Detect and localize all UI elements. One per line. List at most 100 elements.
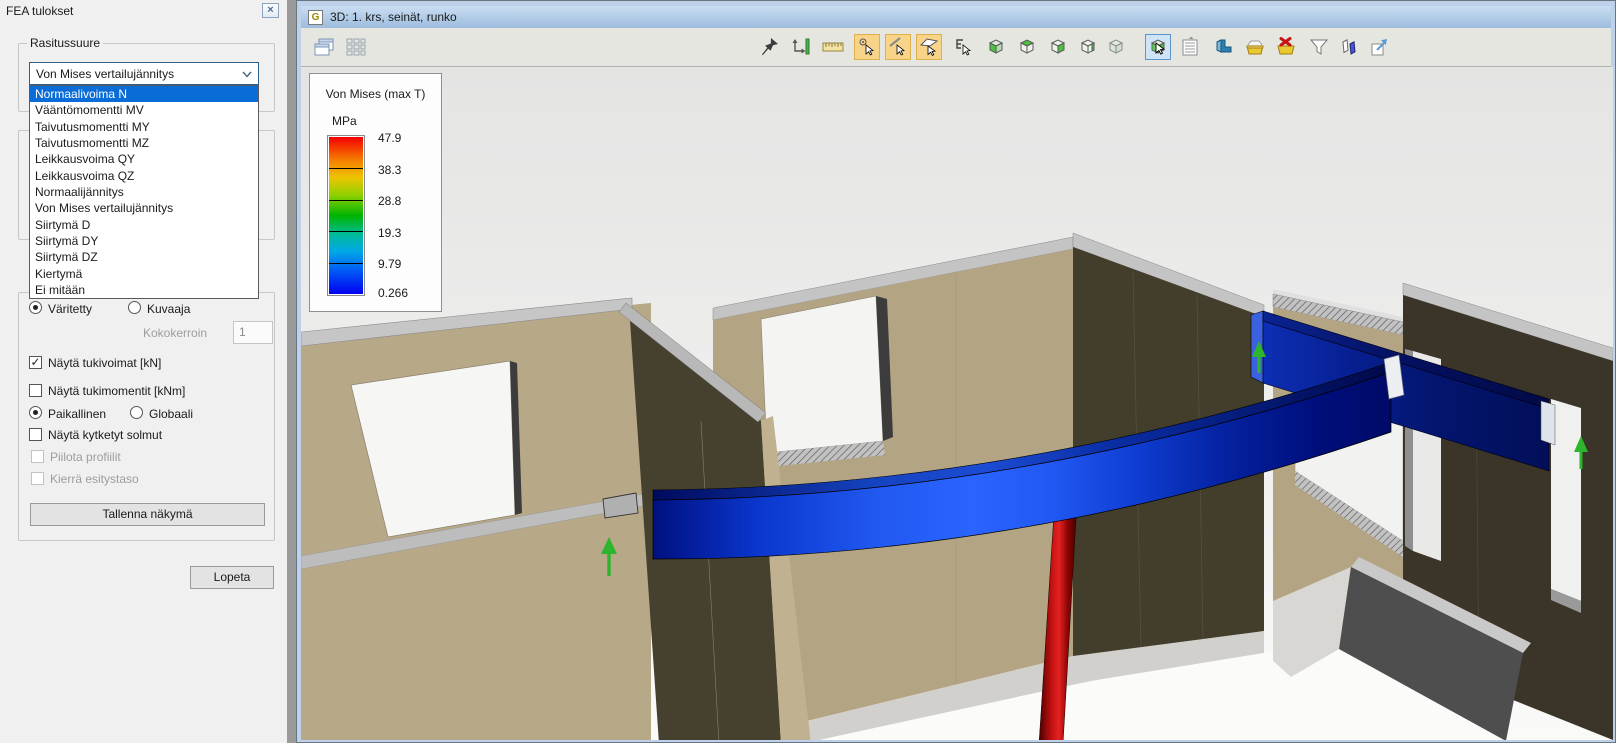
panel-pair-icon [1339, 37, 1359, 57]
kytketyt-label: Näytä kytketyt solmut [48, 428, 162, 442]
combobox-value: Von Mises vertailujännitys [36, 67, 174, 81]
tallenna-nakyma-button[interactable]: Tallenna näkymä [30, 503, 265, 526]
snap-point-button[interactable] [854, 34, 880, 60]
tile-grid-button[interactable] [343, 34, 369, 60]
cube-shaded-icon [986, 37, 1006, 57]
piilota-checkbox [31, 450, 44, 463]
ruler-button[interactable] [820, 34, 846, 60]
cube-select-face-button[interactable] [1145, 34, 1171, 60]
legend-value: 9.79 [378, 257, 401, 271]
dropdown-item[interactable]: Siirtymä D [30, 217, 258, 233]
dropdown-item[interactable]: Leikkausvoima QY [30, 151, 258, 167]
legend-value: 38.3 [378, 163, 401, 177]
legend-colorbar [327, 135, 365, 296]
snap-point-icon [857, 37, 877, 57]
paikallinen-radio[interactable] [29, 406, 42, 419]
stress-legend: Von Mises (max T) MPa 47.9 38.3 28.8 19.… [309, 73, 442, 312]
rasitussuure-combobox[interactable]: Von Mises vertailujännitys [29, 62, 259, 85]
viewport-toolbar [301, 28, 1611, 67]
tray-delete-button[interactable] [1273, 34, 1299, 60]
window-opening [1551, 399, 1581, 601]
measure-axis-button[interactable] [789, 34, 815, 60]
legend-value: 28.8 [378, 194, 401, 208]
kokokerroin-label: Kokokerroin [143, 326, 207, 340]
tukimomentit-checkbox[interactable] [29, 384, 42, 397]
dropdown-item[interactable]: Taivutusmomentti MZ [30, 135, 258, 151]
3d-scene [301, 67, 1613, 740]
steel-profile-button[interactable] [1210, 34, 1236, 60]
steel-profile-icon [1213, 37, 1233, 57]
cascade-windows-button[interactable] [311, 34, 337, 60]
cube-right-icon [1048, 37, 1068, 57]
kokokerroin-input[interactable]: 1 [233, 321, 273, 344]
legend-value: 47.9 [378, 131, 401, 145]
snap-plane-icon [919, 37, 939, 57]
pick-element-icon [953, 37, 973, 57]
3d-canvas[interactable] [301, 67, 1613, 740]
dropdown-item[interactable]: Vääntömomentti MV [30, 102, 258, 118]
cube-edge-icon [1078, 37, 1098, 57]
viewport-window: G 3D: 1. krs, seinät, runko [296, 0, 1616, 743]
tukivoimat-label: Näytä tukivoimat [kN] [48, 356, 161, 370]
panel-pair-button[interactable] [1336, 34, 1362, 60]
cube-right-button[interactable] [1045, 34, 1071, 60]
viewport-title: 3D: 1. krs, seinät, runko [330, 10, 457, 24]
dropdown-item[interactable]: Taivutusmomentti MY [30, 119, 258, 135]
fea-results-dialog: FEA tulokset × Rasitussuure Von Mises ve… [0, 0, 287, 743]
kierra-checkbox [31, 472, 44, 485]
legend-unit: MPa [332, 114, 357, 128]
cube-edge-button[interactable] [1075, 34, 1101, 60]
tukimomentit-label: Näytä tukimomentit [kNm] [48, 384, 185, 398]
cube-top-icon [1017, 37, 1037, 57]
tray-button[interactable] [1242, 34, 1268, 60]
tray-icon [1244, 37, 1266, 57]
snap-plane-button[interactable] [916, 34, 942, 60]
lopeta-button[interactable]: Lopeta [190, 566, 274, 589]
kuvaaja-radio[interactable] [128, 301, 141, 314]
pick-element-button[interactable] [950, 34, 976, 60]
dropdown-item[interactable]: Von Mises vertailujännitys [30, 200, 258, 216]
measure-axis-icon [792, 37, 812, 57]
tray-delete-icon [1275, 37, 1297, 57]
dropdown-item[interactable]: Ei mitään [30, 282, 258, 298]
snap-line-button[interactable] [885, 34, 911, 60]
globaali-label: Globaali [149, 407, 193, 421]
varitetty-label: Väritetty [48, 302, 92, 316]
legend-value: 19.3 [378, 226, 401, 240]
cube-ghost-icon [1106, 37, 1126, 57]
globaali-radio[interactable] [130, 406, 143, 419]
dropdown-item[interactable]: Normaalivoima N [30, 86, 258, 102]
legend-value: 0.266 [378, 286, 408, 300]
cube-top-button[interactable] [1014, 34, 1040, 60]
cascade-windows-icon [313, 37, 335, 57]
viewport-titlebar[interactable]: G 3D: 1. krs, seinät, runko [301, 6, 1611, 28]
filter-button[interactable] [1306, 34, 1332, 60]
kuvaaja-label: Kuvaaja [147, 302, 190, 316]
cube-shaded-button[interactable] [983, 34, 1009, 60]
left-wall[interactable] [301, 298, 651, 740]
kytketyt-checkbox[interactable] [29, 428, 42, 441]
dropdown-item[interactable]: Siirtymä DZ [30, 249, 258, 265]
snap-line-icon [888, 37, 908, 57]
pin-button[interactable] [757, 34, 783, 60]
dropdown-item[interactable]: Kiertymä [30, 265, 258, 281]
legend-title: Von Mises (max T) [310, 87, 441, 101]
cube-select-face-icon [1148, 37, 1168, 57]
tile-grid-icon [346, 37, 366, 57]
dropdown-item[interactable]: Leikkausvoima QZ [30, 168, 258, 184]
dropdown-item[interactable]: Siirtymä DY [30, 233, 258, 249]
pin-icon [760, 37, 780, 57]
filter-icon [1309, 37, 1329, 57]
tukivoimat-checkbox[interactable]: ✓ [29, 356, 42, 369]
varitetty-radio[interactable] [29, 301, 42, 314]
window-opening [761, 296, 883, 453]
cube-ghost-button[interactable] [1103, 34, 1129, 60]
window-icon: G [308, 10, 323, 25]
close-icon[interactable]: × [262, 3, 279, 18]
group-rasitussuure-label: Rasitussuure [27, 36, 103, 50]
export-view-button[interactable] [1367, 34, 1393, 60]
dropdown-item[interactable]: Normaalijännitys [30, 184, 258, 200]
rasitussuure-dropdown: Normaalivoima N Vääntömomentti MV Taivut… [29, 85, 259, 299]
kierra-label: Kierrä esitystaso [50, 472, 139, 486]
report-list-button[interactable] [1177, 34, 1203, 60]
